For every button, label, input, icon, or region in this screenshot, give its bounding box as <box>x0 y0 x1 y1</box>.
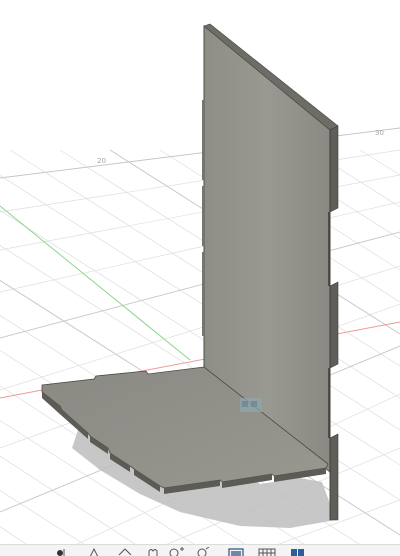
y-axis-line <box>0 205 191 361</box>
zoom-icon[interactable] <box>146 547 158 556</box>
display-style-icon[interactable] <box>228 547 244 556</box>
navigation-toolbar <box>0 544 400 556</box>
fit-icon[interactable] <box>168 547 184 556</box>
grid-label: 30 <box>375 129 384 137</box>
grid-settings-icon[interactable] <box>258 547 276 556</box>
sketch-marker[interactable] <box>240 398 262 412</box>
viewports-icon[interactable] <box>290 547 304 556</box>
3d-viewport[interactable]: 20 30 <box>0 0 400 556</box>
orbit-icon[interactable] <box>54 547 66 556</box>
model-canvas[interactable]: 20 30 <box>0 0 400 556</box>
grid-label: 20 <box>97 157 106 165</box>
pan-icon[interactable] <box>118 547 132 556</box>
zoom-window-icon[interactable] <box>194 547 210 556</box>
look-at-icon[interactable] <box>88 547 100 556</box>
